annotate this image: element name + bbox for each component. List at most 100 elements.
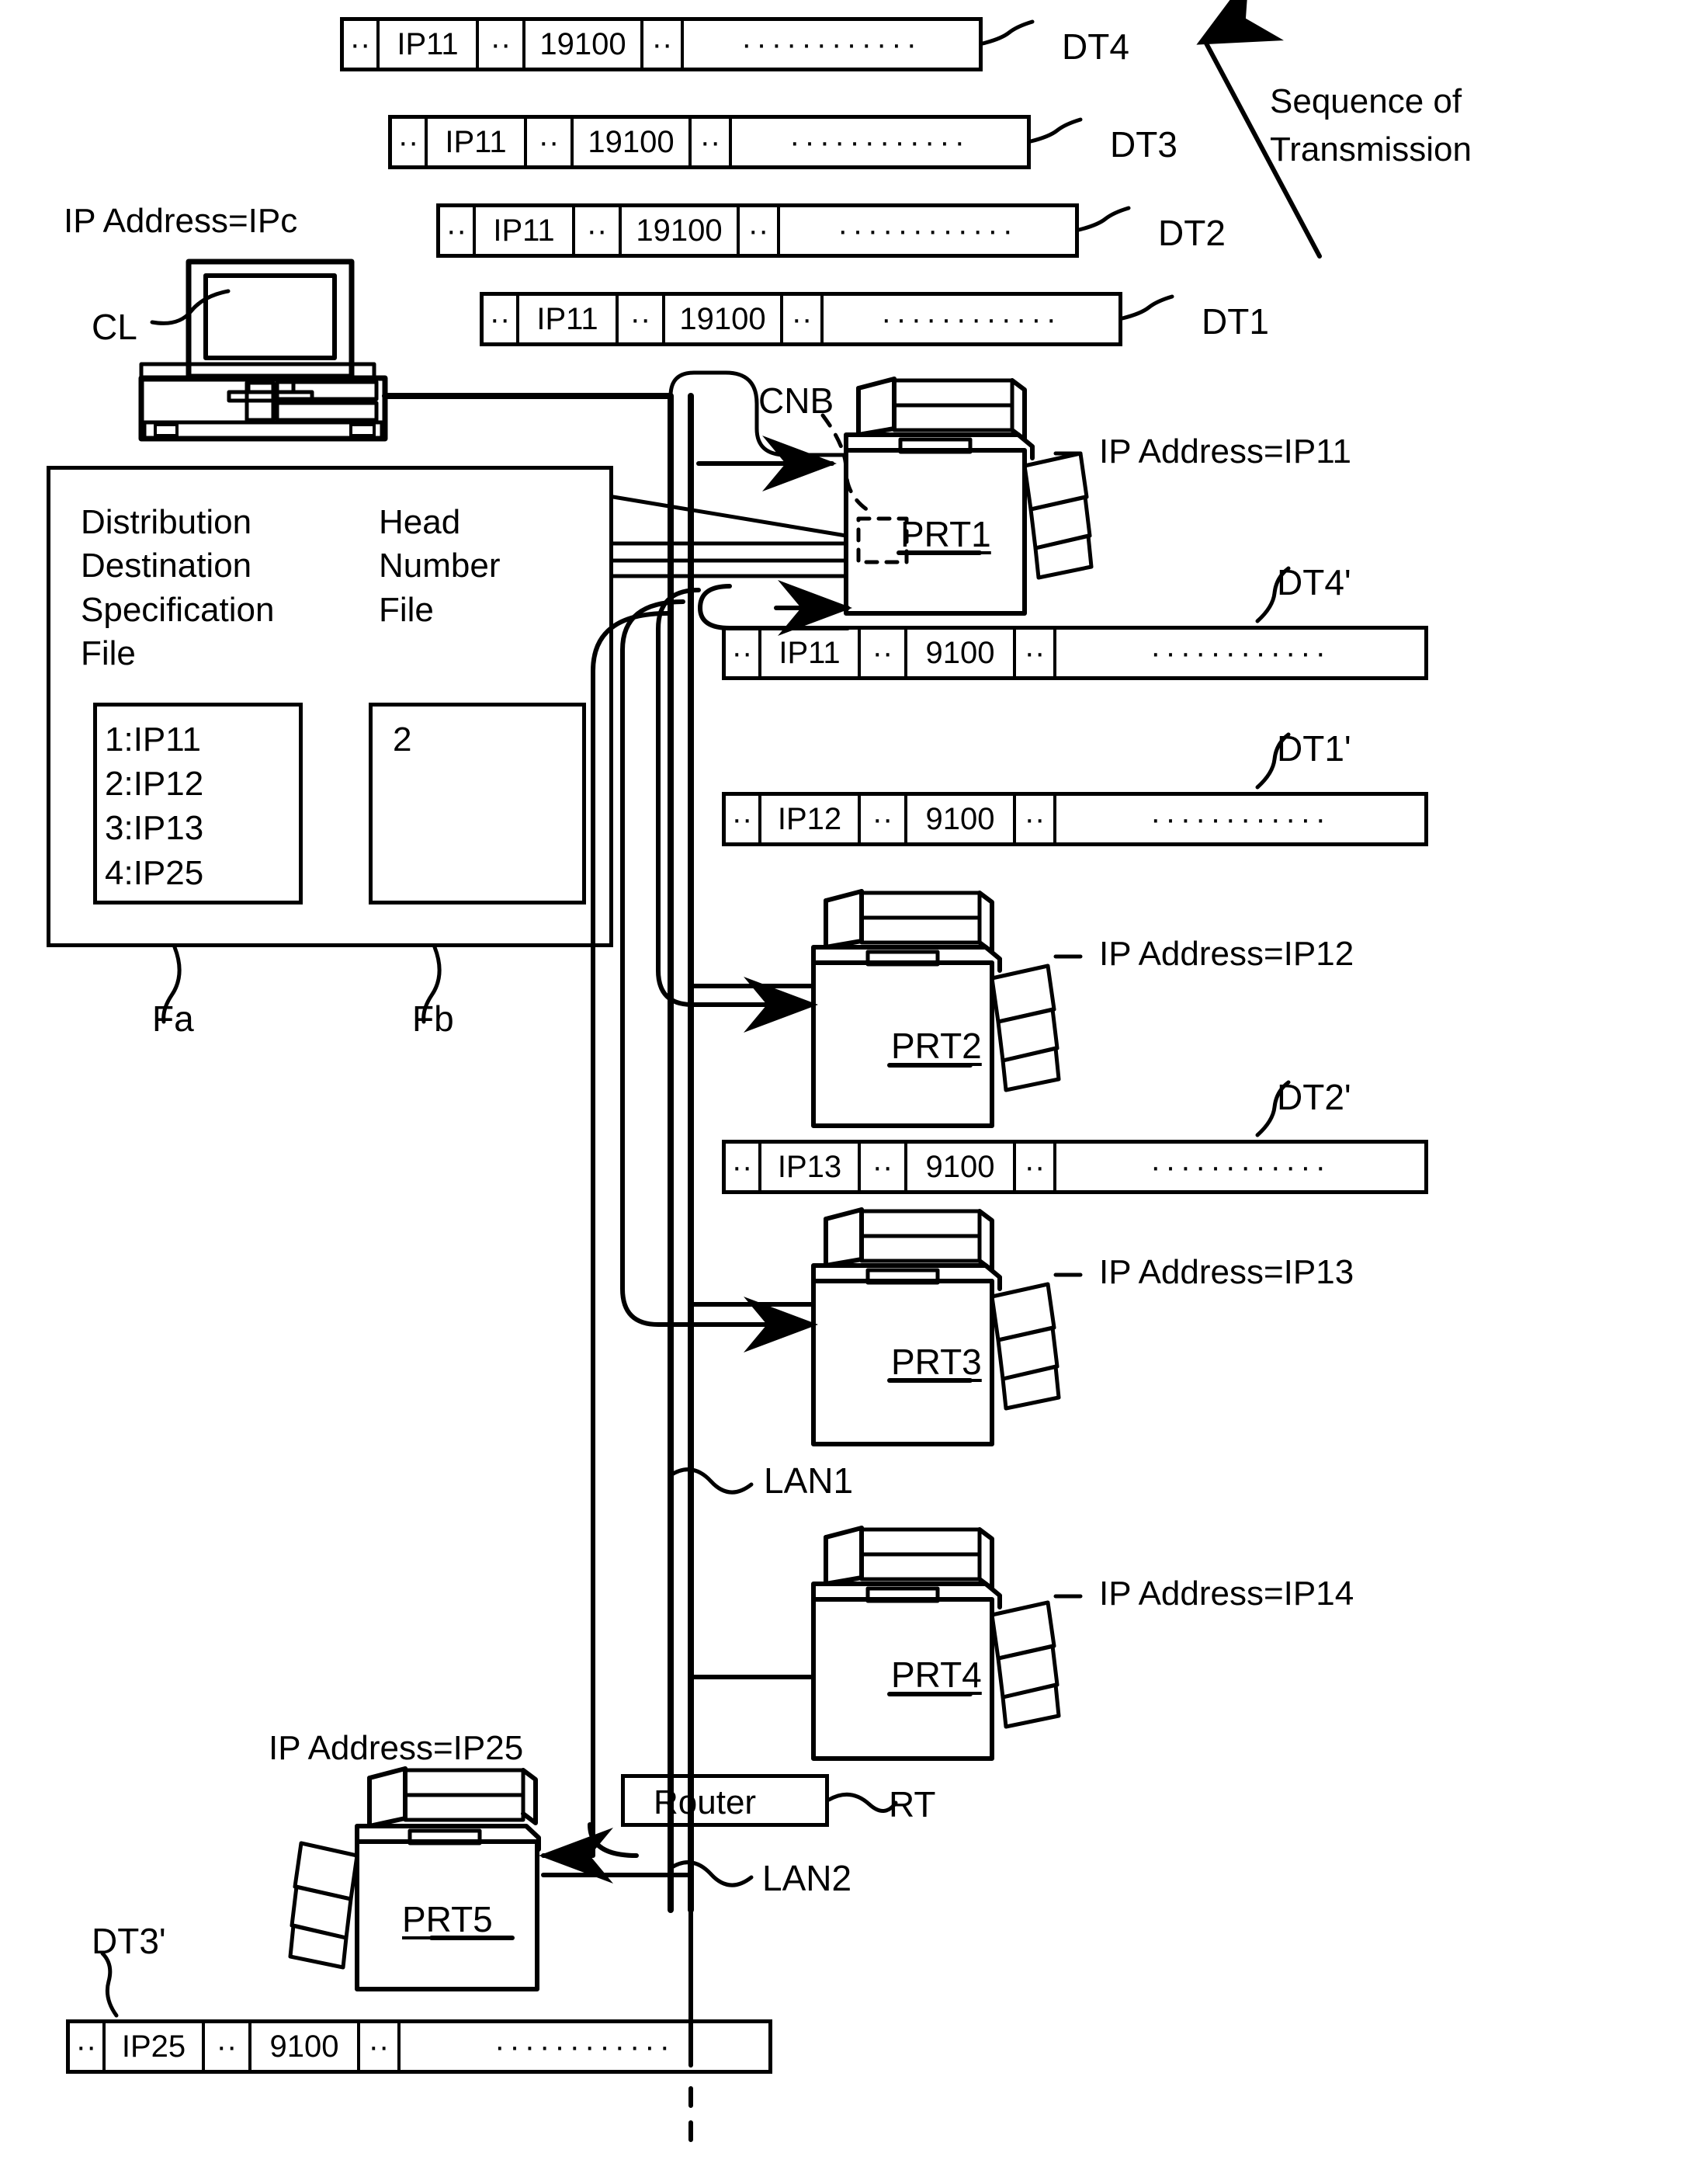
- printer-1-name: PRT1: [900, 514, 991, 554]
- file-a-title-line1: Distribution: [81, 503, 252, 541]
- packet-dt1-prime-prefix-dots: ··: [726, 796, 761, 842]
- packet-dt3-ip: IP11: [428, 119, 527, 165]
- packet-dt3-prime-ip: IP25: [106, 2023, 205, 2070]
- packet-dt4-sep-dots: ··: [479, 21, 525, 68]
- printer-5-name: PRT5: [402, 1899, 493, 1939]
- router-label: Router: [654, 1783, 757, 1821]
- packet-dt1: ·· IP11 ·· 19100 ·· ············: [480, 292, 1122, 346]
- packet-dt3-prime: ·· IP25 ·· 9100 ·· ············: [66, 2019, 772, 2074]
- packet-dt1-prime-sep-dots: ··: [861, 796, 907, 842]
- router-ref-label: RT: [889, 1784, 936, 1825]
- packet-dt4-prime-payload: ············: [1150, 636, 1330, 670]
- packet-dt2-prime-ip: IP13: [761, 1144, 861, 1190]
- lan2-label: LAN2: [762, 1858, 852, 1898]
- file-b-title: Head Number File: [379, 501, 501, 632]
- sequence-of-transmission-label-line2: Transmission: [1270, 130, 1472, 168]
- packet-dt1-prime-payload: ············: [1150, 802, 1330, 836]
- packet-dt4-prime-ref: DT4': [1277, 562, 1351, 602]
- packet-dt2-prefix-dots: ··: [440, 207, 476, 254]
- packet-dt4-tail-dots: ··: [643, 21, 684, 68]
- packet-dt4-prime-prefix-dots: ··: [726, 630, 761, 676]
- packet-dt2-prime-prefix-dots: ··: [726, 1144, 761, 1190]
- file-b-entry-1: 2: [393, 720, 412, 759]
- packet-dt3-ref: DT3: [1110, 124, 1177, 165]
- packet-dt2: ·· IP11 ·· 19100 ·· ············: [436, 203, 1079, 258]
- sequence-of-transmission-label-line1: Sequence of: [1270, 82, 1462, 120]
- packet-dt3-port: 19100: [574, 119, 692, 165]
- file-a-ref-label: Fa: [152, 998, 194, 1039]
- packet-dt2-payload: ············: [838, 214, 1018, 248]
- packet-dt2-ip: IP11: [476, 207, 575, 254]
- packet-dt1-prime-ref: DT1': [1277, 728, 1351, 769]
- packet-dt1-payload: ············: [881, 302, 1061, 336]
- file-a-entry-1: 1:IP11: [105, 720, 201, 759]
- packet-dt4: ·· IP11 ·· 19100 ·· ············: [340, 17, 983, 71]
- packet-dt1-ip: IP11: [519, 296, 619, 342]
- printer-2-name: PRT2: [891, 1026, 982, 1066]
- packet-dt4-payload: ············: [741, 27, 921, 61]
- packet-dt3-prime-tail-dots: ··: [360, 2023, 401, 2070]
- packet-dt2-prime-port: 9100: [907, 1144, 1016, 1190]
- file-b-ref-label: Fb: [412, 998, 454, 1039]
- printer-4-name: PRT4: [891, 1654, 982, 1695]
- file-a-title-line2: Destination: [81, 547, 252, 585]
- file-a-title-line3: Specification: [81, 590, 275, 629]
- packet-dt3: ·· IP11 ·· 19100 ·· ············: [388, 115, 1031, 169]
- packet-dt1-tail-dots: ··: [783, 296, 824, 342]
- printer-2-ip-label: IP Address=IP12: [1099, 935, 1354, 973]
- packet-dt3-tail-dots: ··: [692, 119, 732, 165]
- file-b-title-line3: File: [379, 590, 434, 629]
- packet-dt4-prime-sep-dots: ··: [861, 630, 907, 676]
- printer-3-name: PRT3: [891, 1342, 982, 1382]
- printer-3-ip-label: IP Address=IP13: [1099, 1253, 1354, 1291]
- packet-dt4-port: 19100: [525, 21, 643, 68]
- packet-dt1-prefix-dots: ··: [484, 296, 519, 342]
- packet-dt1-prime-port: 9100: [907, 796, 1016, 842]
- cnb-label: CNB: [758, 380, 834, 421]
- client-ref-label: CL: [92, 307, 137, 347]
- lan1-label: LAN1: [764, 1460, 854, 1501]
- packet-dt3-prime-sep-dots: ··: [205, 2023, 251, 2070]
- file-a-entry-2: 2:IP12: [105, 765, 204, 804]
- packet-dt4-prefix-dots: ··: [344, 21, 380, 68]
- packet-dt2-sep-dots: ··: [575, 207, 622, 254]
- packet-dt4-prime-ip: IP11: [761, 630, 861, 676]
- packet-dt3-prime-prefix-dots: ··: [70, 2023, 106, 2070]
- packet-dt4-prime-port: 9100: [907, 630, 1016, 676]
- printer-5-ip-label: IP Address=IP25: [269, 1729, 524, 1767]
- packet-dt3-payload: ············: [789, 125, 969, 159]
- packet-dt1-prime: ·· IP12 ·· 9100 ·· ············: [722, 792, 1428, 846]
- file-a-entries: 1:IP11 2:IP12 3:IP13 4:IP25: [105, 717, 203, 895]
- packet-dt2-prime-payload: ············: [1150, 1150, 1330, 1184]
- packet-dt3-prime-ref: DT3': [92, 1921, 166, 1961]
- packet-dt1-ref: DT1: [1202, 301, 1269, 342]
- packet-dt2-prime: ·· IP13 ·· 9100 ·· ············: [722, 1140, 1428, 1194]
- packet-dt2-ref: DT2: [1158, 213, 1226, 253]
- packet-dt1-prime-ip: IP12: [761, 796, 861, 842]
- packet-dt1-port: 19100: [665, 296, 783, 342]
- file-a-title: Distribution Destination Specification F…: [81, 501, 274, 675]
- packet-dt2-prime-ref: DT2': [1277, 1077, 1351, 1117]
- packet-dt2-prime-sep-dots: ··: [861, 1144, 907, 1190]
- packet-dt1-sep-dots: ··: [619, 296, 665, 342]
- printer-4-ip-label: IP Address=IP14: [1099, 1575, 1354, 1613]
- packet-dt3-prime-port: 9100: [251, 2023, 360, 2070]
- file-b-title-line1: Head: [379, 503, 461, 541]
- packet-dt3-prefix-dots: ··: [392, 119, 428, 165]
- packet-dt4-prime: ·· IP11 ·· 9100 ·· ············: [722, 626, 1428, 680]
- file-b-title-line2: Number: [379, 547, 501, 585]
- file-a-title-line4: File: [81, 634, 136, 672]
- printer-1-ip-label: IP Address=IP11: [1099, 432, 1351, 470]
- packet-dt3-prime-payload: ············: [494, 2029, 675, 2064]
- file-a-entry-3: 3:IP13: [105, 809, 204, 848]
- packet-dt2-port: 19100: [622, 207, 740, 254]
- packet-dt2-prime-tail-dots: ··: [1016, 1144, 1056, 1190]
- packet-dt4-ip: IP11: [380, 21, 479, 68]
- client-ip-label: IP Address=IPc: [64, 202, 298, 240]
- packet-dt2-tail-dots: ··: [740, 207, 780, 254]
- file-a-entry-4: 4:IP25: [105, 853, 204, 892]
- packet-dt4-prime-tail-dots: ··: [1016, 630, 1056, 676]
- packet-dt4-ref: DT4: [1062, 26, 1129, 67]
- packet-dt3-sep-dots: ··: [527, 119, 574, 165]
- packet-dt1-prime-tail-dots: ··: [1016, 796, 1056, 842]
